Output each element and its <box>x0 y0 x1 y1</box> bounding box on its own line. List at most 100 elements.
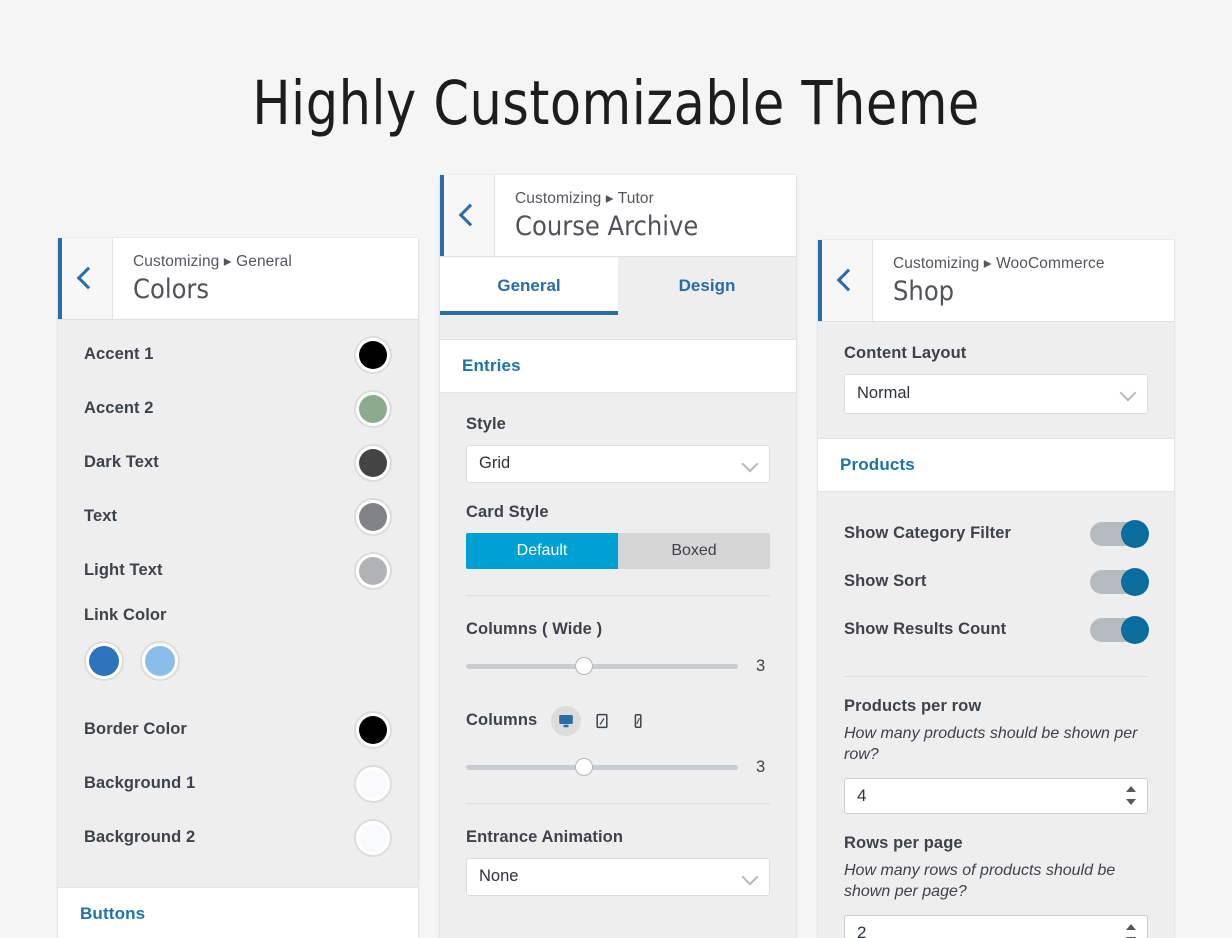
section-header-entries[interactable]: Entries <box>440 338 796 393</box>
desktop-icon[interactable] <box>551 705 582 736</box>
color-row-dark-text[interactable]: Dark Text <box>58 436 418 490</box>
toggle-row-show-results-count[interactable]: Show Results Count <box>844 606 1149 654</box>
color-swatch[interactable] <box>354 710 392 749</box>
divider <box>466 594 770 596</box>
divider <box>844 675 1148 677</box>
stepper-down-icon[interactable] <box>1126 799 1136 806</box>
tab-label: General <box>497 275 561 295</box>
content-layout-control: Content Layout Normal <box>818 322 1174 438</box>
mobile-icon[interactable] <box>623 706 653 736</box>
stepper-up-icon[interactable] <box>1126 923 1136 930</box>
products-per-row-control: Products per row How many products shoul… <box>844 697 1148 814</box>
chevron-left-icon <box>458 204 481 227</box>
columns-slider[interactable] <box>466 758 738 777</box>
entrance-animation-label: Entrance Animation <box>466 827 624 846</box>
panel-course-archive: Customizing ▸ Tutor Course Archive Gener… <box>440 175 796 938</box>
color-swatch[interactable] <box>354 443 392 482</box>
slider-handle[interactable] <box>574 758 593 777</box>
products-per-row-input[interactable]: 4 <box>844 777 1148 814</box>
color-swatch[interactable] <box>354 497 392 536</box>
panel-title: Shop <box>893 276 955 307</box>
tab-design[interactable]: Design <box>618 257 796 315</box>
toggle-switch[interactable] <box>1090 567 1149 596</box>
color-row-accent-1[interactable]: Accent 1 <box>58 328 418 382</box>
chevron-down-icon <box>1119 384 1137 402</box>
entrance-animation-value: None <box>479 867 519 886</box>
color-row-label: Accent 1 <box>84 345 154 364</box>
products-per-row-value: 4 <box>857 785 867 805</box>
section-header-products[interactable]: Products <box>818 437 1174 492</box>
entrance-animation-select[interactable]: None <box>466 857 770 896</box>
panel-colors-heading: Customizing ▸ General Colors <box>113 238 418 319</box>
rows-per-page-input[interactable]: 2 <box>844 915 1148 938</box>
color-row-accent-2[interactable]: Accent 2 <box>58 382 418 436</box>
tab-general[interactable]: General <box>440 256 618 315</box>
tab-label: Design <box>678 275 736 295</box>
entries-control-list: Style Grid Card Style Default Boxed Colu… <box>440 393 796 896</box>
content-layout-select[interactable]: Normal <box>844 373 1148 414</box>
color-row-label: Background 2 <box>84 828 196 847</box>
toggle-knob <box>1121 567 1149 596</box>
slider-handle[interactable] <box>574 657 593 676</box>
columns-wide-slider[interactable] <box>466 657 738 676</box>
columns-control: Columns 3 <box>466 705 770 777</box>
color-row-light-text[interactable]: Light Text <box>58 544 418 598</box>
stepper-up-icon[interactable] <box>1126 786 1136 793</box>
columns-slider-row: 3 <box>466 758 770 777</box>
color-row-background-1[interactable]: Background 1 <box>58 757 418 811</box>
panel-shop: Customizing ▸ WooCommerce Shop Content L… <box>818 240 1174 938</box>
panel-shop-header: Customizing ▸ WooCommerce Shop <box>818 240 1174 322</box>
color-row-label: Border Color <box>84 720 187 739</box>
panel-title: Colors <box>133 274 210 305</box>
rows-per-page-value: 2 <box>857 923 867 938</box>
toggle-switch[interactable] <box>1090 615 1149 644</box>
toggle-knob <box>1121 519 1149 548</box>
toggle-knob <box>1121 615 1149 644</box>
chevron-left-icon <box>836 269 859 292</box>
card-style-option-default[interactable]: Default <box>466 532 618 569</box>
colors-control-list: Accent 1 Accent 2 Dark Text Text Light T… <box>58 320 418 938</box>
toggle-label: Show Sort <box>844 572 927 591</box>
color-row-label: Background 1 <box>84 774 196 793</box>
color-row-border-color[interactable]: Border Color <box>58 703 418 757</box>
breadcrumb: Customizing ▸ WooCommerce <box>893 255 1105 272</box>
columns-wide-label: Columns ( Wide ) <box>466 619 603 638</box>
card-style-option-boxed[interactable]: Boxed <box>618 532 770 569</box>
content-layout-label: Content Layout <box>844 343 967 362</box>
number-stepper[interactable] <box>1121 916 1141 938</box>
style-select[interactable]: Grid <box>466 444 770 483</box>
color-swatch[interactable] <box>354 551 392 590</box>
back-button-shop[interactable] <box>818 240 873 321</box>
breadcrumb: Customizing ▸ Tutor <box>515 190 654 207</box>
color-swatch[interactable] <box>354 764 392 803</box>
content-layout-value: Normal <box>857 384 911 403</box>
toggle-switch[interactable] <box>1090 519 1149 548</box>
number-stepper[interactable] <box>1121 779 1141 813</box>
back-button-course-archive[interactable] <box>440 175 495 256</box>
products-per-row-description: How many products should be shown per ro… <box>844 724 1138 764</box>
back-button-colors[interactable] <box>58 238 113 319</box>
tablet-icon[interactable] <box>587 706 617 736</box>
style-select-value: Grid <box>479 454 511 473</box>
option-label: Default <box>516 541 568 559</box>
rows-per-page-description: How many rows of products should be show… <box>844 861 1116 901</box>
color-swatch[interactable] <box>354 389 392 428</box>
color-swatch[interactable] <box>354 335 392 374</box>
products-control-list: Show Category Filter Show Sort Show Resu… <box>818 492 1174 938</box>
panel-title: Course Archive <box>515 211 699 242</box>
section-header-buttons[interactable]: Buttons <box>58 886 418 938</box>
color-swatch-link-hover[interactable] <box>140 640 180 681</box>
toggle-row-show-sort[interactable]: Show Sort <box>844 558 1149 606</box>
style-control: Style Grid <box>466 415 770 483</box>
toggle-row-show-category-filter[interactable]: Show Category Filter <box>844 510 1149 558</box>
panel-course-archive-header: Customizing ▸ Tutor Course Archive <box>440 175 796 257</box>
columns-wide-value: 3 <box>756 656 766 675</box>
color-swatch[interactable] <box>354 818 392 857</box>
color-row-background-2[interactable]: Background 2 <box>58 811 418 865</box>
color-swatch-link-primary[interactable] <box>84 640 124 681</box>
color-row-text[interactable]: Text <box>58 490 418 544</box>
toggle-label: Show Category Filter <box>844 524 1012 543</box>
card-style-button-group: Default Boxed <box>466 532 770 569</box>
columns-label: Columns <box>466 711 538 730</box>
rows-per-page-label: Rows per page <box>844 833 963 852</box>
